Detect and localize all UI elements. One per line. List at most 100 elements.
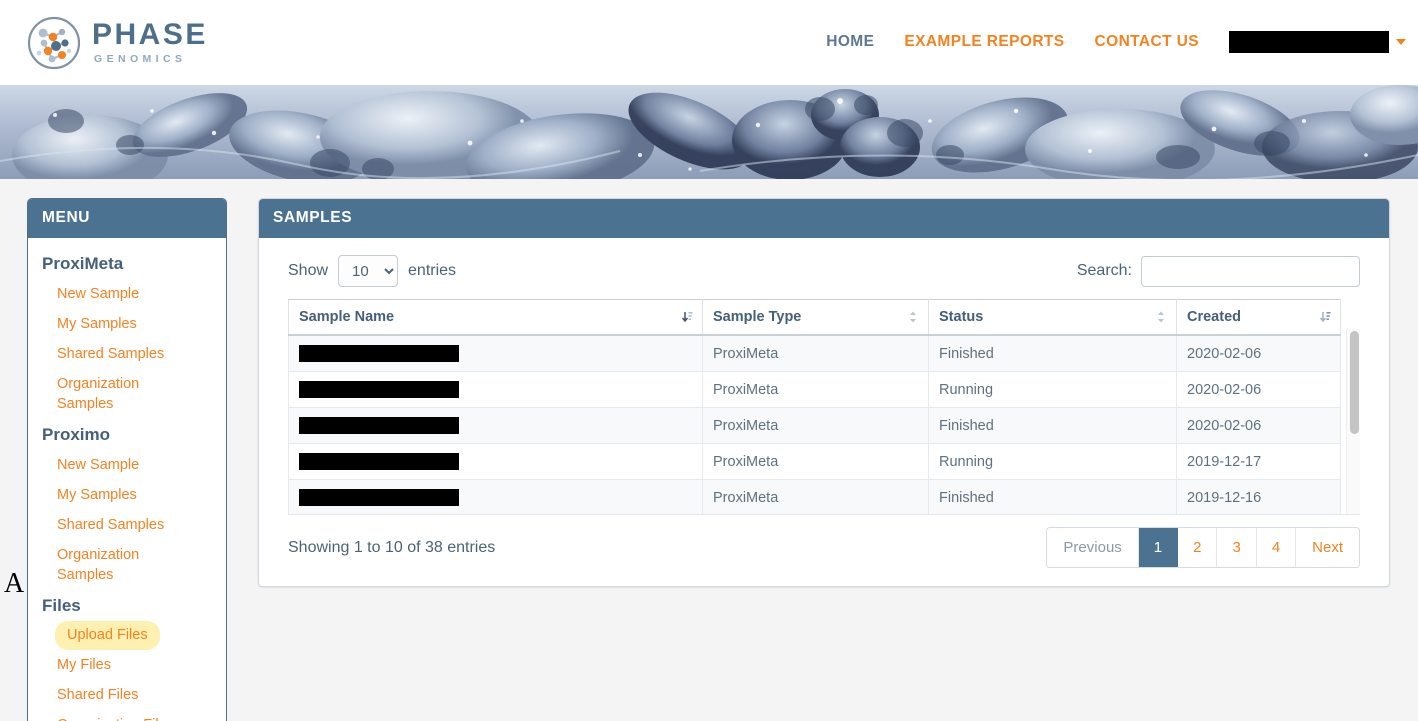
sidebar-item-proximo-organization-samples[interactable]: Organization Samples [28,540,226,590]
sidebar-item-proximeta-organization-samples[interactable]: Organization Samples [28,369,226,419]
cell-sample-name [288,479,703,514]
table-row[interactable]: ProxiMeta Finished 2020-02-06 [288,334,1341,372]
sidebar-item-proximeta-shared-samples[interactable]: Shared Samples [28,339,226,369]
sidebar-item-proximeta-new-sample[interactable]: New Sample [28,279,226,309]
cell-created: 2020-02-06 [1176,407,1341,444]
sort-both-icon [910,311,916,323]
column-header-sample-name[interactable]: Sample Name [288,299,703,336]
sidebar-item-organization-files[interactable]: Organization Files [28,710,226,721]
sidebar-group-proximeta: ProxiMeta [42,254,124,273]
chevron-down-icon[interactable] [1396,38,1406,45]
sample-name-redacted [299,417,459,434]
table-header: Sample Name Sample Type Status Created [288,299,1341,336]
table-scroll-container: Sample Name Sample Type Status Created P… [288,299,1360,515]
nav-link-example-reports[interactable]: EXAMPLE REPORTS [904,33,1064,51]
length-menu-suffix: entries [408,262,457,279]
length-menu: Show 10 25 50 100 entries [288,255,456,287]
entries-per-page-select[interactable]: 10 25 50 100 [338,255,399,287]
table-header-row: Sample Name Sample Type Status Created [288,299,1341,336]
table-footer: Showing 1 to 10 of 38 entries Previous 1… [259,515,1389,586]
cell-created: 2019-12-17 [1176,443,1341,480]
cell-status: Running [928,443,1177,480]
cell-created: 2019-12-16 [1176,479,1341,514]
samples-table: Sample Name Sample Type Status Created P… [288,299,1341,514]
sidebar-item-proximo-shared-samples[interactable]: Shared Samples [28,510,226,540]
sidebar-item-proximeta-my-samples[interactable]: My Samples [28,309,226,339]
cell-sample-type: ProxiMeta [702,407,929,444]
column-label-sample-type: Sample Type [713,309,802,325]
sample-name-redacted [299,453,459,470]
samples-panel-header: SAMPLES [259,199,1389,238]
sample-name-redacted [299,381,459,398]
annotation-marker-a: A [4,568,25,599]
table-info: Showing 1 to 10 of 38 entries [288,538,496,556]
sample-name-redacted [299,345,459,362]
table-body: ProxiMeta Finished 2020-02-06 ProxiMeta … [288,334,1341,514]
cell-status: Finished [928,334,1177,372]
pagination-page-2[interactable]: 2 [1178,528,1218,567]
network-nodes-circle-icon [27,16,81,69]
sidebar-group-proximo: Proximo [42,425,111,444]
cell-status: Finished [928,479,1177,514]
scrollbar-thumb[interactable] [1350,331,1359,434]
column-header-created[interactable]: Created [1176,299,1341,336]
user-name-redacted [1229,30,1389,53]
sidebar-item-proximo-new-sample[interactable]: New Sample [28,450,226,480]
table-toolbar: Show 10 25 50 100 entries Search: [259,238,1389,299]
brand-name-secondary: GENOMICS [94,53,187,66]
cell-sample-name [288,443,703,480]
samples-panel: SAMPLES Show 10 25 50 100 entries Search… [258,198,1390,587]
brand-name-primary: PHASE [92,18,208,52]
table-row[interactable]: ProxiMeta Finished 2020-02-06 [288,407,1341,444]
pagination-page-4[interactable]: 4 [1256,528,1297,567]
sidebar-item-my-files[interactable]: My Files [28,650,226,680]
microscopy-banner-image [0,85,1418,179]
top-navigation-bar: PHASE GENOMICS HOME EXAMPLE REPORTS CONT… [0,0,1418,85]
sidebar-group-files: Files [42,596,81,615]
brand-wordmark: PHASE GENOMICS [92,20,208,65]
sort-desc-icon [1319,312,1331,323]
sort-both-icon [1158,311,1164,323]
page-body: MENU ProxiMeta New Sample My Samples Sha… [0,179,1418,721]
cell-sample-name [288,334,703,372]
cell-sample-type: ProxiMeta [702,443,929,480]
cell-created: 2020-02-06 [1176,334,1341,372]
sidebar-items: ProxiMeta New Sample My Samples Shared S… [28,238,226,721]
table-row[interactable]: ProxiMeta Running 2019-12-17 [288,443,1341,480]
pagination-page-3[interactable]: 3 [1217,528,1257,567]
sidebar-header: MENU [28,199,226,238]
table-row[interactable]: ProxiMeta Running 2020-02-06 [288,371,1341,408]
column-label-sample-name: Sample Name [299,309,395,325]
cell-status: Running [928,371,1177,408]
search-input[interactable] [1141,255,1360,287]
hero-banner [0,85,1418,179]
cell-sample-name [288,407,703,444]
primary-nav: HOME EXAMPLE REPORTS CONTACT US [826,0,1406,85]
column-label-status: Status [939,309,984,325]
table-row[interactable]: ProxiMeta Finished 2019-12-16 [288,479,1341,514]
cell-sample-type: ProxiMeta [702,334,929,372]
nav-link-home[interactable]: HOME [826,33,874,51]
search-label: Search: [1076,262,1132,279]
nav-link-contact-us[interactable]: CONTACT US [1095,33,1199,51]
pagination-next[interactable]: Next [1296,528,1359,567]
cell-status: Finished [928,407,1177,444]
column-header-sample-type[interactable]: Sample Type [702,299,929,336]
brand-logo[interactable]: PHASE GENOMICS [26,15,208,71]
sample-name-redacted [299,489,459,506]
sort-desc-active-icon [681,312,693,323]
column-label-created: Created [1187,309,1241,325]
user-account-menu[interactable] [1229,30,1406,53]
sidebar-item-shared-files[interactable]: Shared Files [28,680,226,710]
table-vertical-scrollbar[interactable] [1346,329,1360,514]
sidebar-item-proximo-my-samples[interactable]: My Samples [28,480,226,510]
sidebar-item-upload-files[interactable]: Upload Files [55,621,160,650]
pagination-page-1[interactable]: 1 [1138,528,1179,567]
column-header-status[interactable]: Status [928,299,1177,336]
cell-sample-type: ProxiMeta [702,479,929,514]
search-box: Search: [1076,255,1360,287]
cell-sample-name [288,371,703,408]
sidebar-menu: MENU ProxiMeta New Sample My Samples Sha… [27,198,227,721]
pagination-previous[interactable]: Previous [1047,528,1139,567]
length-menu-prefix: Show [288,262,329,279]
